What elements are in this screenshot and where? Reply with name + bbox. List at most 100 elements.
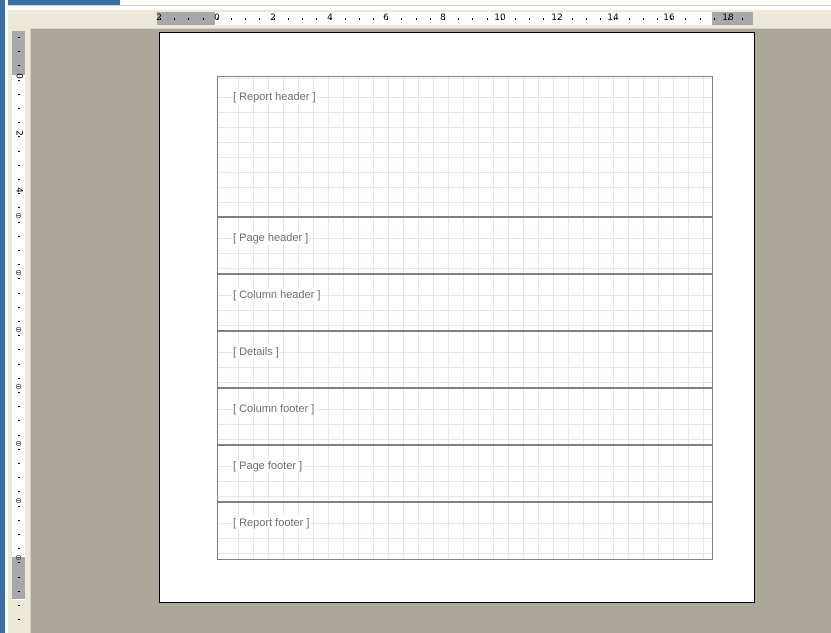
ruler-tick [18,179,20,180]
ruler-label: 4 [13,187,24,193]
ruler-tick [302,18,303,20]
ruler-label: 0 [13,73,24,79]
ruler-label: 4 [327,13,333,23]
ruler-tick [18,264,20,265]
band-label: [ Column header ] [232,289,322,301]
band-marker-icon[interactable]: ⊖ [12,554,25,562]
ruler-tick [543,18,544,20]
band-label: [ Page header ] [232,232,310,244]
band-page-footer[interactable]: [ Page footer ] [218,444,712,501]
ruler-tick [18,108,20,109]
ruler-tick [643,18,644,20]
band-label: [ Report footer ] [232,517,311,529]
ruler-tick [742,18,743,20]
ruler-tick [203,18,204,20]
band-label: [ Details ] [232,346,280,358]
band-label: [ Column footer ] [232,403,316,415]
ruler-tick [18,491,20,492]
ruler-tick [700,18,701,20]
ruler-tick [18,307,20,308]
band-marker-icon[interactable]: ⊖ [12,326,25,334]
ruler-tick [18,165,20,166]
ruler-tick [18,591,20,592]
ruler-tick [18,520,20,521]
band-marker-icon[interactable]: ⊖ [12,497,25,505]
ruler-tick [18,605,20,606]
window-left-edge [0,0,8,633]
vertical-ruler[interactable]: 0 2 4 ⊖ ⊖ ⊖ ⊖ ⊖ ⊖ ⊖ [8,29,31,633]
ruler-tick [231,18,232,20]
ruler-label: 14 [607,13,619,23]
ruler-label: 0 [214,13,220,23]
ruler-tick [18,477,20,478]
ruler-tick [18,534,20,535]
ruler-label: 10 [494,13,506,23]
ruler-label: 2 [270,13,276,23]
ruler-tick [174,18,175,20]
ruler-tick [18,435,20,436]
ruler-tick [18,335,20,336]
ruler-tick [18,548,20,549]
ruler-tick [18,122,20,123]
ruler-track [12,75,25,600]
ruler-tick [586,18,587,20]
band-report-footer[interactable]: [ Report footer ] [218,501,712,559]
band-marker-icon[interactable]: ⊖ [12,212,25,220]
ruler-label: 2 [156,13,162,23]
ruler-tick [629,18,630,20]
ruler-tick [18,619,20,620]
band-details[interactable]: [ Details ] [218,330,712,387]
ruler-tick [18,364,20,365]
ruler-tick [18,278,20,279]
report-design-area: [ Report header ] [ Page header ] [ Colu… [217,76,713,560]
ruler-tick [188,18,189,20]
ruler-tick [515,18,516,20]
ruler-tick [430,18,431,20]
band-marker-icon[interactable]: ⊖ [12,383,25,391]
report-page: [ Report header ] [ Page header ] [ Colu… [159,32,755,603]
ruler-tick [18,449,20,450]
ruler-tick [600,18,601,20]
ruler-tick [18,65,20,66]
ruler-tick [685,18,686,20]
ruler-tick [18,577,20,578]
band-column-footer[interactable]: [ Column footer ] [218,387,712,444]
ruler-tick [657,18,658,20]
band-report-header[interactable]: [ Report header ] [218,77,712,216]
ruler-tick [359,18,360,20]
band-marker-icon[interactable]: ⊖ [12,269,25,277]
ruler-tick [401,18,402,20]
ruler-label: 18 [722,13,734,23]
ruler-tick [288,18,289,20]
ruler-bottom-margin[interactable] [12,557,25,599]
ruler-tick [245,18,246,20]
band-label: [ Report header ] [232,91,317,103]
ruler-tick [572,18,573,20]
ruler-tick [18,94,20,95]
ruler-label: 8 [440,13,446,23]
ruler-tick [416,18,417,20]
ruler-tick [18,392,20,393]
ruler-label: 12 [551,13,563,23]
ruler-tick [345,18,346,20]
band-column-header[interactable]: [ Column header ] [218,273,712,330]
band-marker-icon[interactable]: ⊖ [12,440,25,448]
window-left-accent [0,0,5,633]
ruler-tick [18,250,20,251]
ruler-tick [18,51,20,52]
ruler-tick [472,18,473,20]
ruler-tick [18,222,20,223]
ruler-label: 16 [663,13,675,23]
band-label: [ Page footer ] [232,460,304,472]
ruler-corner [8,10,30,29]
ruler-tick [529,18,530,20]
band-page-header[interactable]: [ Page header ] [218,216,712,273]
ruler-tick [18,151,20,152]
ruler-tick [18,236,20,237]
ruler-label: 6 [383,13,389,23]
horizontal-ruler[interactable]: 2 0 2 4 6 8 10 12 14 16 18 [30,10,831,29]
ruler-label: 2 [13,130,24,136]
ruler-tick [316,18,317,20]
ruler-left-margin[interactable] [157,12,215,25]
ruler-tick [458,18,459,20]
